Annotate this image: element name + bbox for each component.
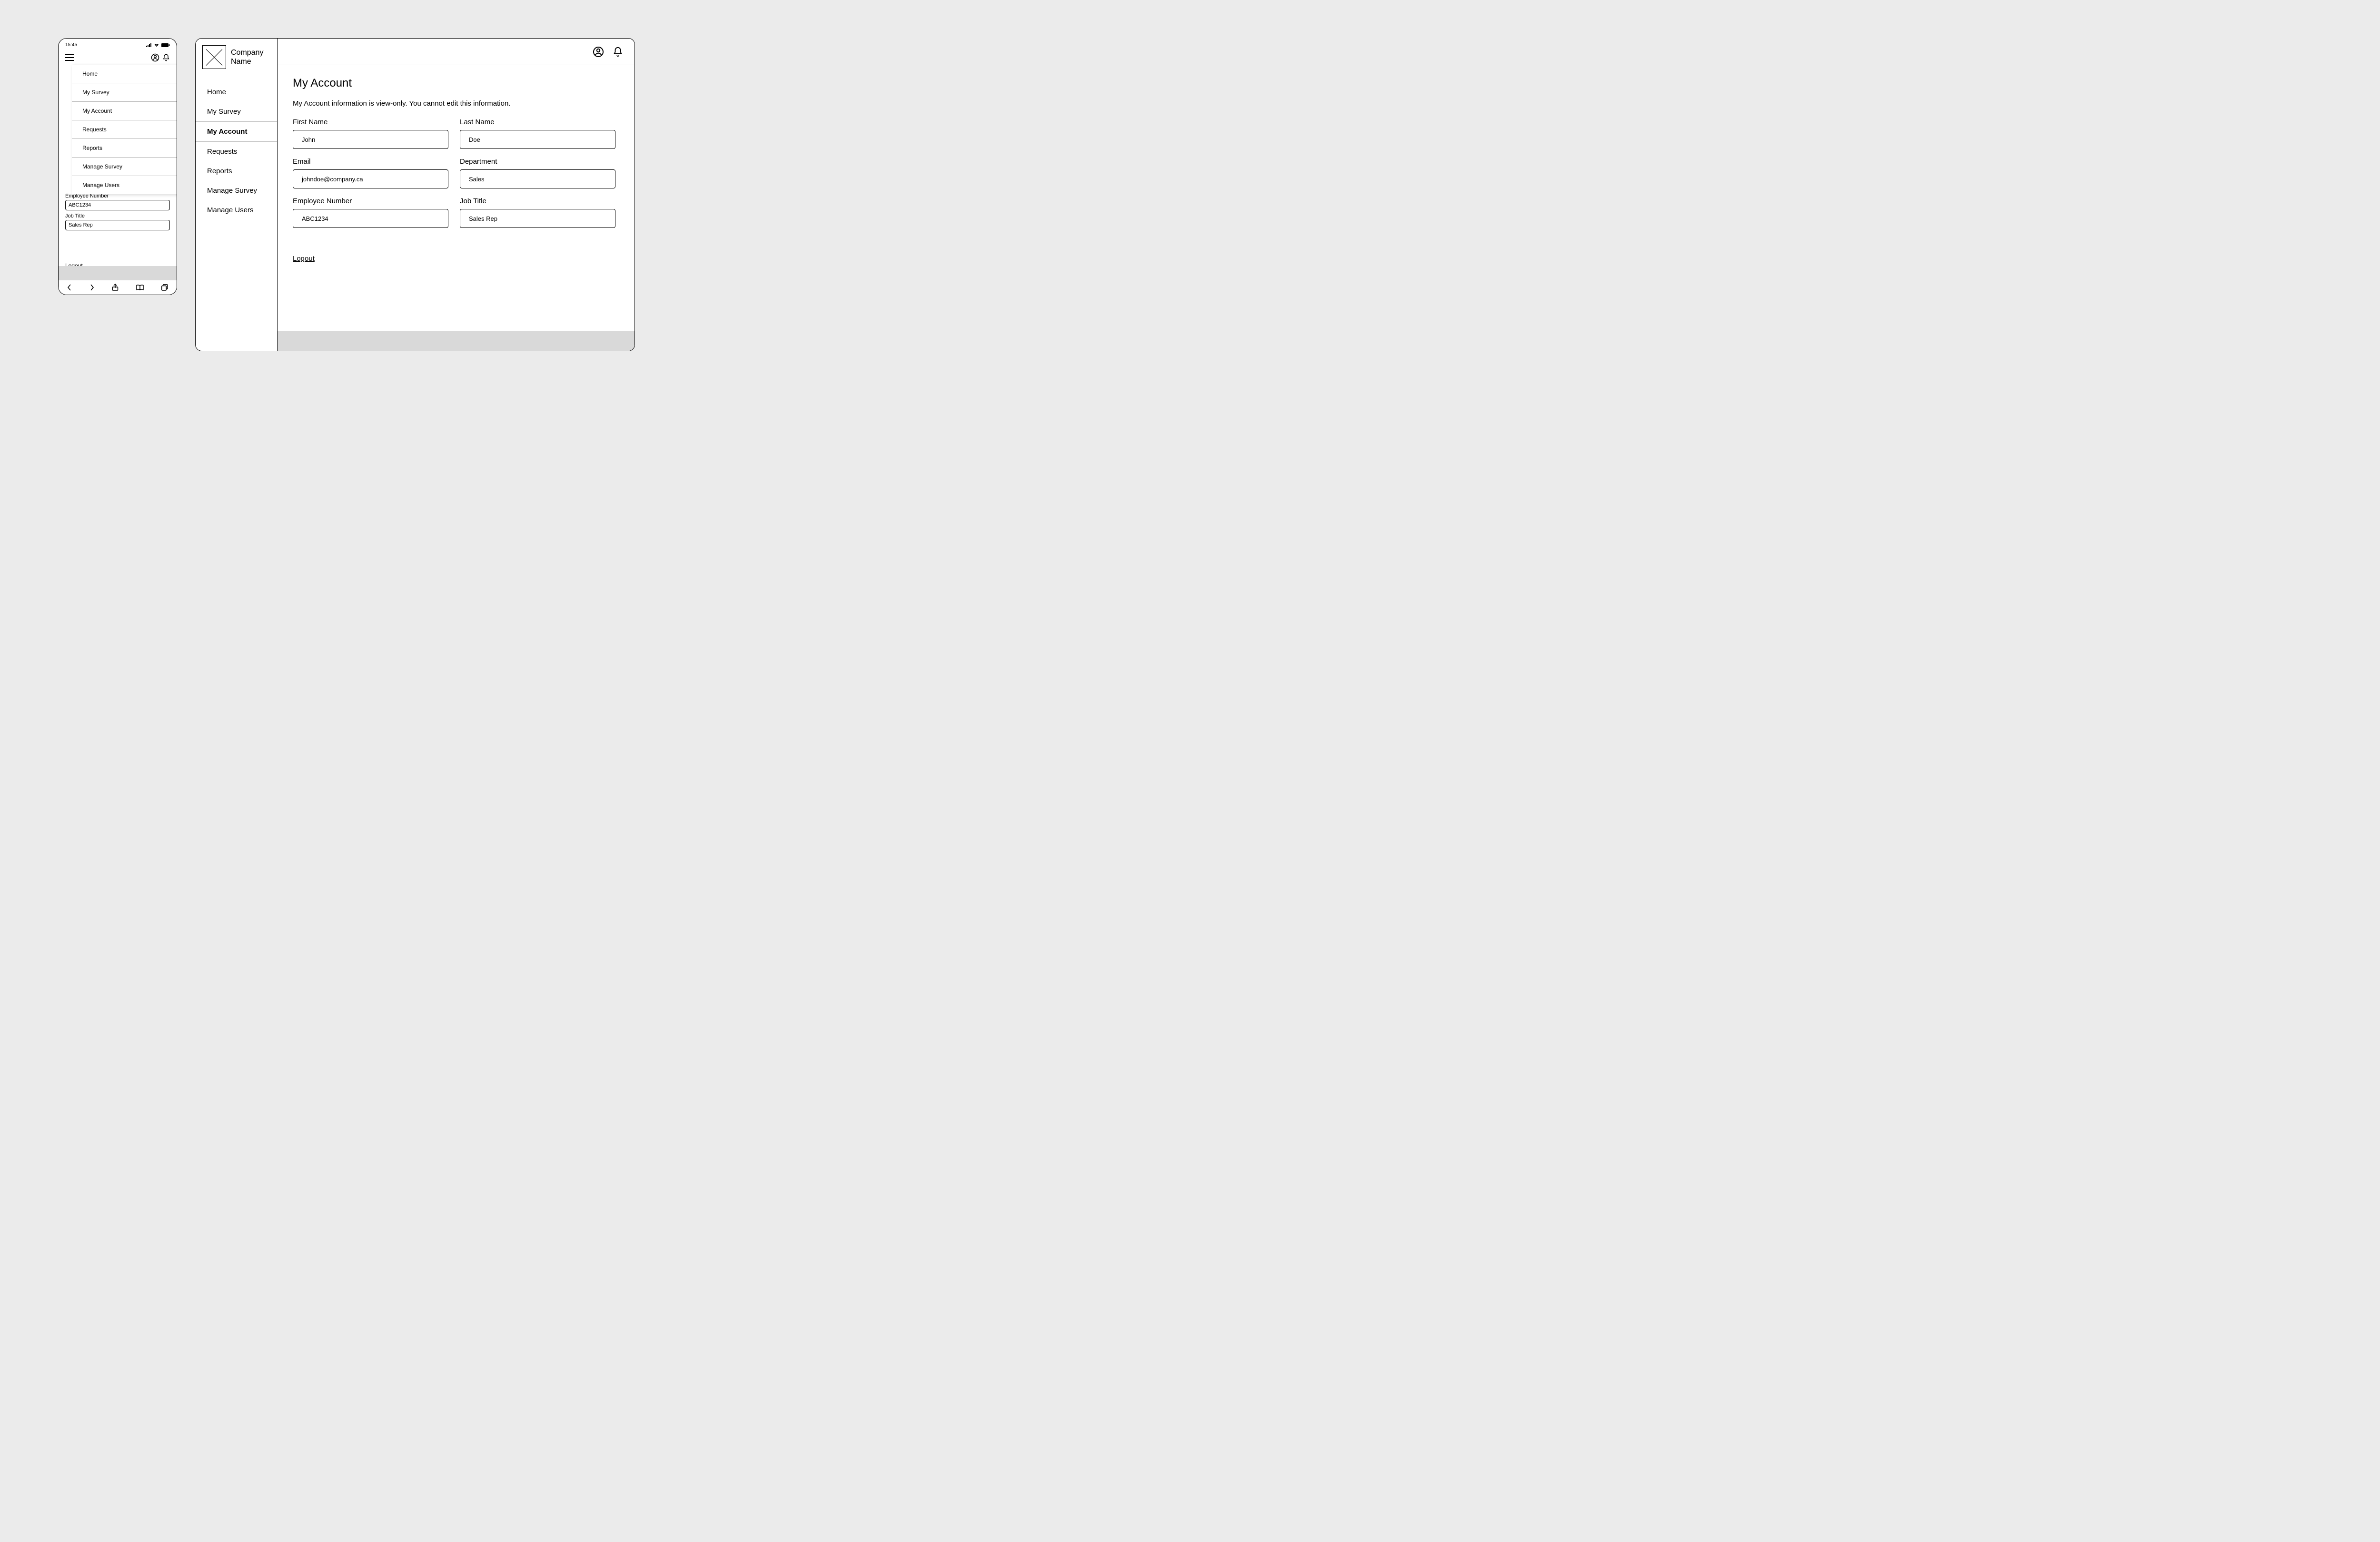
page-title: My Account	[293, 77, 615, 90]
mobile-input-employee-number: ABC1234	[65, 200, 170, 210]
share-icon[interactable]	[112, 284, 119, 291]
sidebar-nav: Home My Survey My Account Requests Repor…	[196, 82, 277, 220]
signal-icon	[146, 43, 152, 47]
logout-link[interactable]: Logout	[293, 255, 315, 263]
tabs-icon[interactable]	[161, 284, 168, 291]
value-department: Sales	[460, 169, 615, 188]
form-grid: First Name John Last Name Doe Email john…	[293, 118, 615, 228]
page-subtitle: My Account information is view-only. You…	[293, 99, 615, 108]
sidebar-item-requests[interactable]: Requests	[196, 142, 277, 161]
label-employee-number: Employee Number	[293, 197, 448, 205]
sidebar-item-my-account[interactable]: My Account	[196, 121, 277, 142]
value-email: johndoe@company.ca	[293, 169, 448, 188]
mobile-menu-item-requests[interactable]: Requests	[72, 120, 177, 139]
label-email: Email	[293, 158, 448, 166]
top-bar	[278, 39, 635, 65]
mobile-footer-band	[59, 266, 177, 280]
mobile-menu-item-my-account[interactable]: My Account	[72, 102, 177, 120]
book-icon[interactable]	[136, 285, 144, 291]
logo-row: Company Name	[196, 45, 277, 82]
company-name: Company Name	[231, 48, 270, 66]
mobile-menu-item-manage-survey[interactable]: Manage Survey	[72, 158, 177, 176]
mobile-status-bar: 15:45	[59, 39, 177, 48]
value-employee-number: ABC1234	[293, 209, 448, 228]
chevron-left-icon[interactable]	[67, 284, 72, 291]
mobile-frame: 15:45	[58, 38, 177, 295]
value-last-name: Doe	[460, 130, 615, 149]
mobile-menu-item-home[interactable]: Home	[72, 65, 177, 83]
logo-placeholder-icon	[202, 45, 226, 69]
desktop-frame: Company Name Home My Survey My Account R…	[195, 38, 635, 351]
mobile-label-job-title: Job Title	[65, 213, 170, 219]
mobile-top-bar	[59, 48, 177, 65]
sidebar-item-home[interactable]: Home	[196, 82, 277, 102]
account-icon[interactable]	[151, 53, 159, 62]
mobile-bottom-bar	[59, 280, 177, 295]
sidebar-item-manage-survey[interactable]: Manage Survey	[196, 181, 277, 200]
mobile-menu-item-my-survey[interactable]: My Survey	[72, 83, 177, 102]
account-icon[interactable]	[593, 46, 604, 58]
hamburger-icon[interactable]	[65, 54, 74, 61]
sidebar-item-manage-users[interactable]: Manage Users	[196, 200, 277, 220]
page-body: My Account My Account information is vie…	[278, 65, 635, 351]
mobile-menu-item-reports[interactable]: Reports	[72, 139, 177, 158]
status-time: 15:45	[65, 42, 77, 48]
chevron-right-icon[interactable]	[89, 284, 94, 291]
label-last-name: Last Name	[460, 118, 615, 126]
sidebar-item-reports[interactable]: Reports	[196, 161, 277, 181]
mobile-input-job-title: Sales Rep	[65, 220, 170, 230]
bell-icon[interactable]	[162, 53, 170, 62]
desktop-footer-band	[278, 331, 635, 351]
label-department: Department	[460, 158, 615, 166]
mobile-menu-item-manage-users[interactable]: Manage Users	[72, 176, 177, 194]
sidebar: Company Name Home My Survey My Account R…	[196, 39, 278, 351]
bell-icon[interactable]	[613, 46, 623, 58]
battery-icon	[161, 43, 170, 47]
label-job-title: Job Title	[460, 197, 615, 205]
mobile-dropdown-menu: Home My Survey My Account Requests Repor…	[72, 65, 177, 194]
sidebar-item-my-survey[interactable]: My Survey	[196, 102, 277, 121]
wifi-icon	[154, 43, 159, 47]
mobile-content: Employee Number ABC1234 Job Title Sales …	[59, 193, 177, 230]
main-area: My Account My Account information is vie…	[278, 39, 635, 351]
value-first-name: John	[293, 130, 448, 149]
label-first-name: First Name	[293, 118, 448, 126]
value-job-title: Sales Rep	[460, 209, 615, 228]
